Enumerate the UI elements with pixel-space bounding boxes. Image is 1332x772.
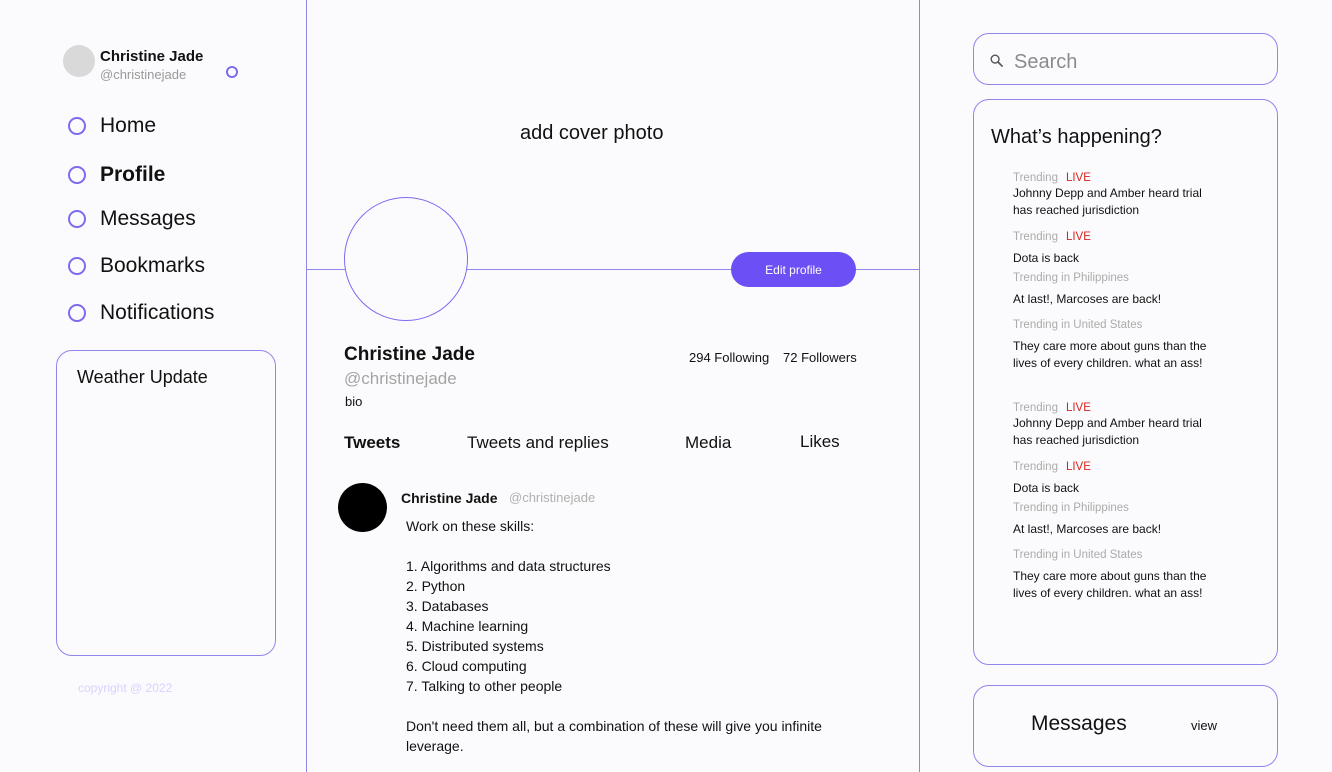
weather-card: Weather Update: [56, 350, 276, 656]
live-badge: LIVE: [1065, 461, 1091, 473]
nav-item-label: Home: [100, 114, 157, 137]
following-count[interactable]: 294 Following: [689, 350, 769, 365]
trend-meta: Trending LIVE: [1013, 461, 1091, 473]
tab-tweets[interactable]: Tweets: [344, 433, 400, 453]
search-box[interactable]: [973, 33, 1278, 85]
avatar[interactable]: [63, 45, 95, 77]
tweet-avatar[interactable]: [338, 483, 387, 532]
trend-meta: Trending in United States: [1013, 319, 1143, 331]
followers-count[interactable]: 72 Followers: [783, 350, 857, 365]
whats-happening-title: What’s happening?: [991, 126, 1162, 148]
tweet-skill-item: 6. Cloud computing: [406, 658, 527, 674]
profile-avatar[interactable]: [344, 197, 468, 321]
trend-item[interactable]: At last!, Marcoses are back!: [1013, 291, 1213, 308]
trend-item[interactable]: At last!, Marcoses are back!: [1013, 521, 1213, 538]
tweet-skill-item: 1. Algorithms and data structures: [406, 558, 611, 574]
tab-media[interactable]: Media: [685, 433, 731, 453]
tweet-author-name: Christine Jade: [401, 490, 498, 506]
user-name: Christine Jade: [100, 48, 204, 65]
nav-item-label: Messages: [100, 207, 196, 230]
trend-item[interactable]: Dota is back: [1013, 250, 1213, 267]
messages-title: Messages: [1031, 712, 1127, 735]
tab-likes[interactable]: Likes: [800, 432, 840, 452]
live-badge: LIVE: [1065, 231, 1091, 243]
profile-bio: bio: [345, 394, 363, 409]
search-icon: [990, 54, 1003, 67]
nav-bullet-icon: [68, 304, 86, 322]
add-cover-photo[interactable]: add cover photo: [520, 122, 663, 145]
live-badge: LIVE: [1065, 402, 1091, 414]
trend-label: Trending: [1013, 402, 1058, 414]
copyright: copyright @ 2022: [78, 681, 173, 695]
tweet-skill-item: 2. Python: [406, 578, 466, 594]
live-badge: LIVE: [1065, 172, 1091, 184]
tab-tweets-and-replies[interactable]: Tweets and replies: [467, 433, 609, 453]
nav-bullet-icon: [68, 210, 86, 228]
user-handle: @christinejade: [100, 67, 187, 82]
trend-meta: Trending LIVE: [1013, 231, 1091, 243]
tweet-skill-item: 7. Talking to other people: [406, 678, 563, 694]
trend-meta: Trending LIVE: [1013, 402, 1091, 414]
nav-item-notifications[interactable]: Notifications: [68, 301, 214, 325]
tweet-text: Work on these skills:: [406, 518, 535, 534]
trend-item[interactable]: Johnny Depp and Amber heard trial has re…: [1013, 185, 1213, 219]
nav-item-label: Bookmarks: [100, 254, 206, 277]
messages-view-link[interactable]: view: [1191, 718, 1217, 733]
trend-item[interactable]: They care more about guns than the lives…: [1013, 568, 1213, 602]
messages-card: Messages view: [973, 685, 1278, 767]
nav-item-messages[interactable]: Messages: [68, 207, 196, 231]
nav-item-profile[interactable]: Profile: [68, 163, 165, 187]
trend-meta: Trending LIVE: [1013, 172, 1091, 184]
trend-meta: Trending in Philippines: [1013, 272, 1129, 284]
trend-label: Trending: [1013, 461, 1058, 473]
tweet-skill-item: 3. Databases: [406, 598, 489, 614]
nav-item-home[interactable]: Home: [68, 114, 156, 138]
trend-meta: Trending in United States: [1013, 549, 1143, 561]
trend-meta: Trending in Philippines: [1013, 502, 1129, 514]
nav-bullet-icon: [68, 166, 86, 184]
tweet-text: Don't need them all, but a combination o…: [406, 718, 822, 754]
nav-item-label: Profile: [100, 163, 166, 186]
trend-item[interactable]: They care more about guns than the lives…: [1013, 338, 1213, 372]
tweet-skill-item: 4. Machine learning: [406, 618, 529, 634]
trend-item[interactable]: Dota is back: [1013, 480, 1213, 497]
weather-title: Weather Update: [77, 367, 208, 387]
whats-happening-card: What’s happening? Trending LIVE Johnny De…: [973, 99, 1278, 665]
profile-handle: @christinejade: [344, 369, 457, 388]
nav-bullet-icon: [68, 257, 86, 275]
left-divider: [306, 0, 307, 772]
search-input[interactable]: [1012, 48, 1266, 76]
nav-item-label: Notifications: [100, 301, 215, 324]
trend-item[interactable]: Johnny Depp and Amber heard trial has re…: [1013, 415, 1213, 449]
right-divider: [919, 0, 920, 772]
nav-bullet-icon: [68, 117, 86, 135]
profile-name: Christine Jade: [344, 344, 475, 365]
trend-label: Trending: [1013, 172, 1058, 184]
edit-profile-button[interactable]: Edit profile: [731, 252, 856, 287]
status-indicator: [226, 66, 238, 78]
tweet-skill-item: 5. Distributed systems: [406, 638, 544, 654]
tweet-author-handle: @christinejade: [509, 490, 596, 505]
nav-item-bookmarks[interactable]: Bookmarks: [68, 254, 205, 278]
trend-label: Trending: [1013, 231, 1058, 243]
